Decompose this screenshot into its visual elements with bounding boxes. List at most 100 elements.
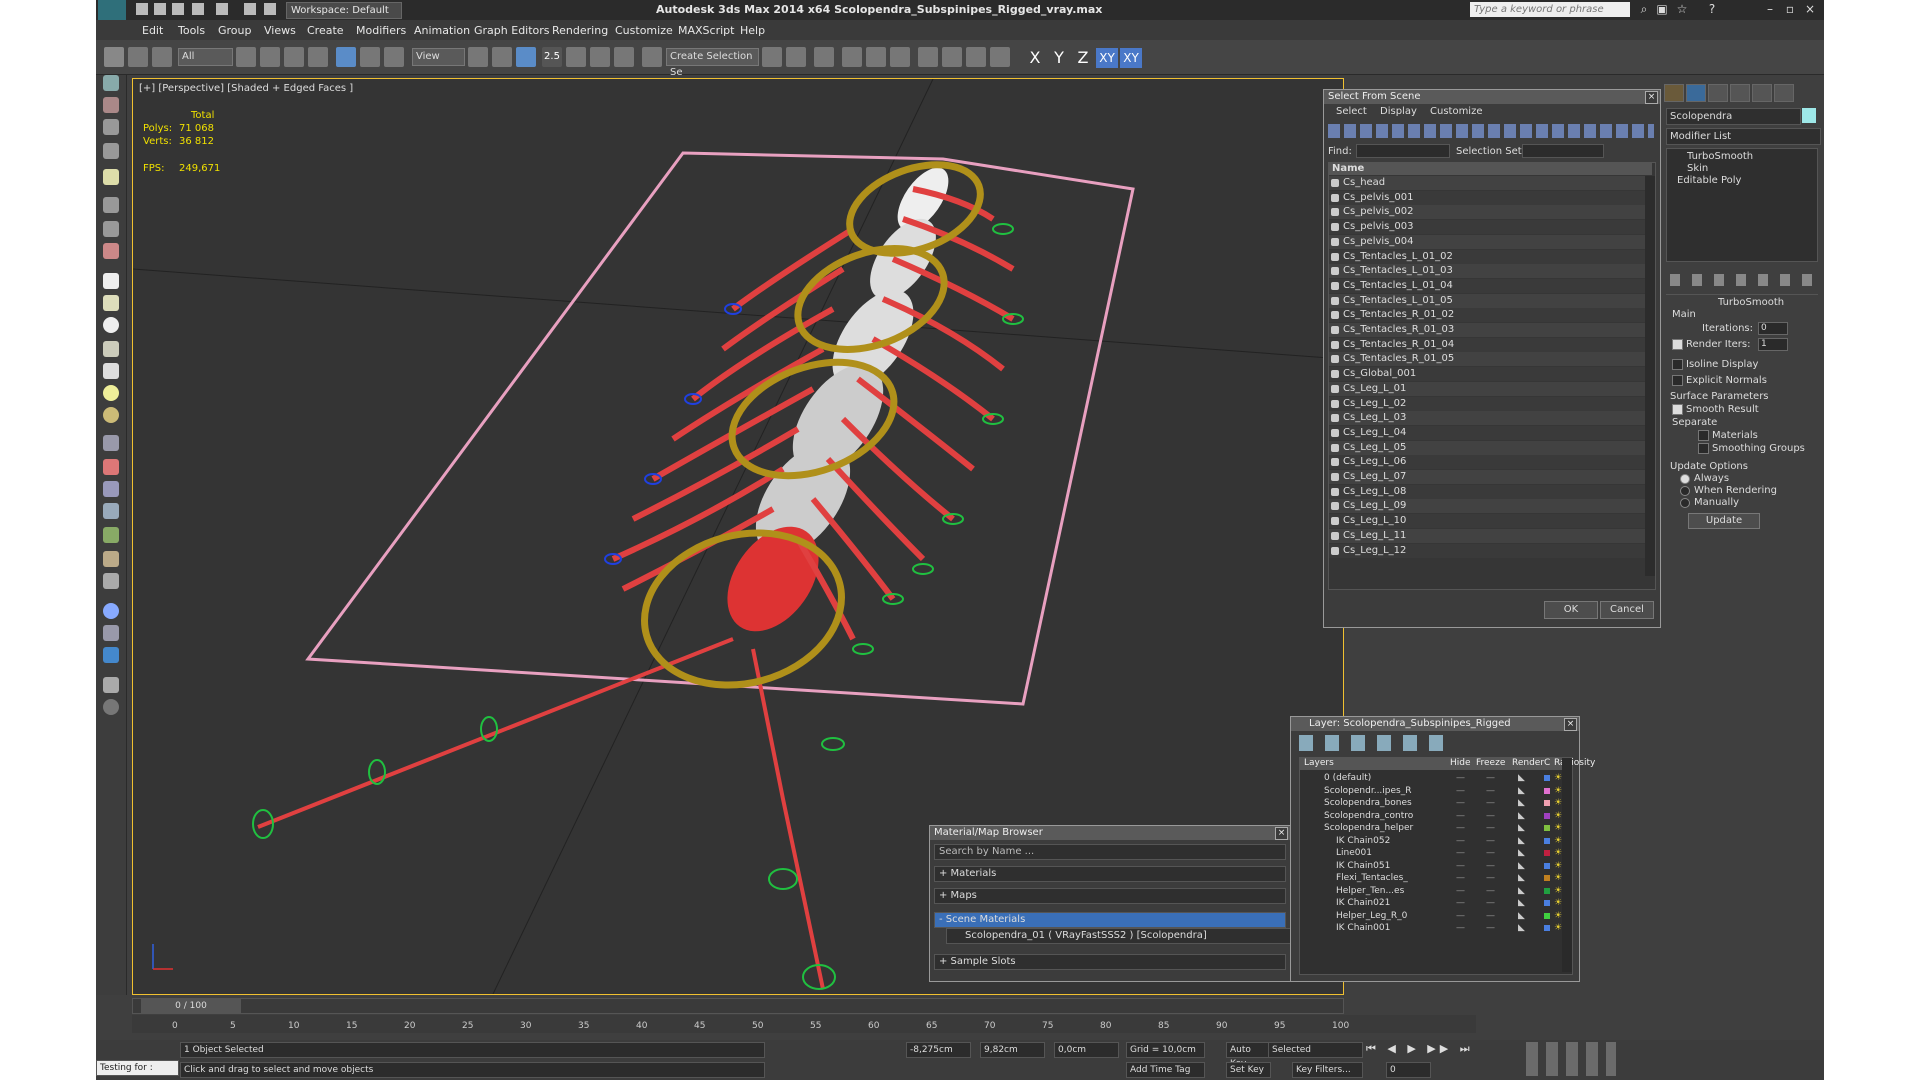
viewport-nav-controls[interactable] (1526, 1042, 1616, 1076)
scene-object-row[interactable]: Cs_Leg_L_09 (1329, 499, 1655, 514)
layer-row[interactable]: IK Chain021 — — ◣ ☀ (1300, 897, 1562, 909)
radiosity-icon[interactable]: ☀ (1554, 872, 1562, 884)
layer-row[interactable]: Scolopendra_helper — — ◣ ☀ (1300, 822, 1562, 834)
menu-rendering[interactable]: Rendering (552, 24, 608, 37)
unlink-icon[interactable] (128, 47, 148, 67)
modifier-icon[interactable] (103, 625, 119, 641)
modifier-list-dropdown[interactable]: Modifier List (1666, 128, 1821, 145)
time-slider-thumb[interactable]: 0 / 100 (141, 999, 241, 1013)
hide-toggle-icon[interactable]: — (1456, 922, 1465, 934)
freeze-toggle-icon[interactable]: — (1486, 897, 1495, 909)
layer-row[interactable]: Scolopendra_contro — — ◣ ☀ (1300, 810, 1562, 822)
scene-object-row[interactable]: Cs_Leg_L_10 (1329, 514, 1655, 529)
layer-row[interactable]: IK Chain052 — — ◣ ☀ (1300, 835, 1562, 847)
select-manipulate-icon[interactable] (492, 47, 512, 67)
mb-sample-slots-group[interactable]: + Sample Slots (934, 954, 1286, 970)
layer-color-swatch[interactable] (1544, 925, 1550, 931)
hide-toggle-icon[interactable]: — (1456, 797, 1465, 809)
object-name-field[interactable]: Scolopendra (1666, 108, 1801, 125)
display-tab-icon[interactable] (1752, 84, 1772, 102)
scene-object-row[interactable]: Cs_Tentacles_R_01_02 (1329, 308, 1655, 323)
scene-object-row[interactable]: Cs_Leg_L_06 (1329, 455, 1655, 470)
hierarchy-tab-icon[interactable] (1708, 84, 1728, 102)
scene-object-row[interactable]: Cs_head (1329, 176, 1655, 190)
align-icon[interactable] (786, 47, 806, 67)
utilities-tab-icon[interactable] (1774, 84, 1794, 102)
render-toggle-icon[interactable]: ◣ (1518, 810, 1525, 822)
select-by-name-icon[interactable] (260, 47, 280, 67)
layer-row[interactable]: IK Chain001 — — ◣ ☀ (1300, 922, 1562, 934)
update-button[interactable]: Update (1688, 513, 1760, 529)
layer-row[interactable]: Scolopendr...ipes_R — — ◣ ☀ (1300, 785, 1562, 797)
material-editor-icon[interactable] (918, 47, 938, 67)
radiosity-icon[interactable]: ☀ (1554, 910, 1562, 922)
name-column-header[interactable]: Name (1329, 163, 1652, 175)
render-toggle-icon[interactable]: ◣ (1518, 785, 1525, 797)
schematic-view-icon[interactable] (890, 47, 910, 67)
layer-row[interactable]: IK Chain051 — — ◣ ☀ (1300, 860, 1562, 872)
hide-toggle-icon[interactable]: — (1456, 897, 1465, 909)
scene-object-row[interactable]: Cs_Tentacles_R_01_04 (1329, 337, 1655, 352)
subscription-icon[interactable]: ▣ (1656, 3, 1668, 15)
menu-edit[interactable]: Edit (142, 24, 163, 37)
sfs-ok-button[interactable]: OK (1544, 601, 1598, 619)
app-logo-icon[interactable] (98, 0, 126, 22)
axis-z-button[interactable]: Z (1072, 48, 1094, 68)
stack-turbosmooth[interactable]: TurboSmooth (1687, 151, 1753, 162)
freeze-toggle-icon[interactable]: — (1486, 835, 1495, 847)
select-rotate-icon[interactable] (360, 47, 380, 67)
materials-checkbox[interactable] (1698, 430, 1709, 441)
teapot-icon[interactable] (103, 75, 119, 91)
find-input[interactable] (1356, 144, 1450, 158)
scene-object-row[interactable]: Cs_pelvis_004 (1329, 234, 1655, 249)
smooth-result-checkbox[interactable] (1672, 404, 1683, 415)
box-icon[interactable] (103, 273, 119, 289)
auto-key-button[interactable]: Auto Key (1226, 1042, 1271, 1069)
material-browser-dialog[interactable]: Material/Map Browser × Search by Name ..… (929, 825, 1296, 982)
ox-icon[interactable] (103, 573, 119, 589)
hide-toggle-icon[interactable]: — (1456, 847, 1465, 859)
dome-icon[interactable] (103, 295, 119, 311)
col-color[interactable]: C (1544, 758, 1550, 768)
pivot-center-icon[interactable] (468, 47, 488, 67)
radiosity-icon[interactable]: ☀ (1554, 847, 1562, 859)
add-time-tag[interactable]: Add Time Tag (1126, 1062, 1205, 1078)
when-rendering-radio[interactable] (1680, 486, 1690, 496)
percent-snap-icon[interactable] (590, 47, 610, 67)
select-move-icon[interactable] (336, 47, 356, 67)
menu-create[interactable]: Create (307, 24, 344, 37)
z-coordinate[interactable]: 0,0cm (1054, 1042, 1119, 1058)
hide-toggle-icon[interactable]: — (1456, 822, 1465, 834)
layer-color-swatch[interactable] (1544, 887, 1550, 894)
layer-color-swatch[interactable] (1544, 862, 1550, 869)
layer-manager-title[interactable]: Layer: Scolopendra_Subspinipes_Rigged (1291, 717, 1579, 731)
menu-animation[interactable]: Animation (414, 24, 470, 37)
radiosity-icon[interactable]: ☀ (1554, 897, 1562, 909)
dialog-close-icon[interactable]: × (1645, 91, 1658, 104)
maxscript-listener[interactable]: Testing for : (96, 1060, 179, 1076)
selection-set-dropdown[interactable] (1522, 144, 1604, 158)
mb-scene-materials-group[interactable]: - Scene Materials (934, 912, 1286, 928)
rect-selection-icon[interactable] (284, 47, 304, 67)
named-selection-sets-dropdown[interactable]: Create Selection Se (666, 48, 759, 78)
scene-object-row[interactable]: Cs_pelvis_002 (1329, 205, 1655, 220)
explicit-normals-checkbox[interactable] (1672, 375, 1683, 386)
freeze-toggle-icon[interactable]: — (1486, 922, 1495, 934)
hide-toggle-icon[interactable]: — (1456, 772, 1465, 784)
hold-icon[interactable] (244, 3, 256, 15)
selection-filter-dropdown[interactable]: All (178, 48, 233, 66)
scene-object-row[interactable]: Cs_Tentacles_R_01_03 (1329, 323, 1655, 337)
hide-toggle-icon[interactable]: — (1456, 835, 1465, 847)
snaps-toggle-icon[interactable]: 2.5 (542, 47, 562, 67)
rollout-title[interactable]: TurboSmooth (1718, 297, 1784, 308)
reference-coord-dropdown[interactable]: View (412, 48, 465, 66)
mb-close-icon[interactable]: × (1275, 827, 1288, 840)
freeze-toggle-icon[interactable]: — (1486, 822, 1495, 834)
render-toggle-icon[interactable]: ◣ (1518, 822, 1525, 834)
key-filters-button[interactable]: Key Filters... (1292, 1062, 1363, 1078)
render-toggle-icon[interactable]: ◣ (1518, 897, 1525, 909)
object-color-swatch[interactable] (1802, 108, 1816, 123)
freeze-toggle-icon[interactable]: — (1486, 772, 1495, 784)
favorites-icon[interactable]: ☆ (1676, 3, 1688, 15)
toggle-ribbon-icon[interactable] (842, 47, 862, 67)
